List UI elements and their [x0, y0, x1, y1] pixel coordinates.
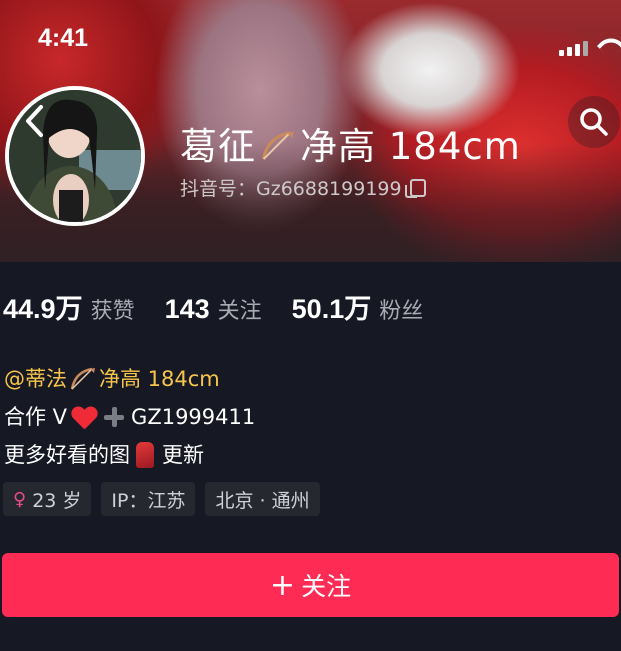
bow-arrow-icon: [70, 367, 95, 390]
stat-followers[interactable]: 50.1万 粉丝: [292, 287, 424, 326]
stat-following[interactable]: 143 关注: [165, 293, 262, 325]
bio-mention[interactable]: @蒂法 净高 184cm: [4, 360, 255, 398]
status-icons: [559, 30, 621, 61]
signal-icon: [559, 50, 564, 56]
bio-line2-suffix: GZ1999411: [131, 405, 256, 429]
bio-line3-prefix: 更多好看的图: [4, 443, 130, 467]
chevron-left-icon: [26, 105, 43, 137]
bio-line2-prefix: 合作 V: [4, 405, 68, 429]
stat-value: 50.1万: [291, 294, 372, 324]
stat-label: 获赞: [90, 299, 135, 324]
bio-line3-suffix: 更新: [162, 443, 204, 467]
douyin-id[interactable]: 抖音号：Gz6688199199: [180, 174, 426, 201]
scarf-icon: [136, 442, 154, 468]
wifi-icon: [596, 31, 621, 61]
profile-bio: @蒂法 净高 184cm 合作 V GZ1999411 更多好看的图 更新: [4, 360, 255, 474]
search-button[interactable]: [568, 96, 620, 148]
tag-age: ♀ 23 岁: [3, 482, 92, 516]
follow-button[interactable]: + 关注: [2, 553, 619, 617]
stat-label: 粉丝: [379, 299, 424, 324]
follow-button-label: 关注: [301, 572, 352, 601]
bio-line-contact: 合作 V GZ1999411: [4, 398, 255, 436]
tag-ip: IP：江苏: [101, 482, 196, 516]
profile-stats: 44.9万 获赞 143 关注 50.1万 粉丝: [3, 287, 453, 326]
bow-arrow-icon: [262, 131, 294, 160]
bio-mention-suffix: 净高 184cm: [99, 367, 220, 391]
tag-location-label: 北京 · 通州: [215, 489, 310, 512]
search-icon: [580, 108, 608, 136]
display-name: 葛征 净高 184cm: [180, 116, 521, 170]
plus-icon: [103, 406, 125, 428]
stat-value: 143: [164, 294, 210, 324]
tag-location[interactable]: 北京 · 通州: [205, 482, 320, 516]
heart-icon: [71, 405, 97, 429]
bio-line-updates: 更多好看的图 更新: [4, 436, 255, 474]
display-name-suffix: 净高 184cm: [300, 125, 521, 168]
back-button[interactable]: [12, 96, 56, 146]
tag-age-label: 23 岁: [32, 489, 82, 512]
stat-label: 关注: [217, 299, 262, 324]
female-icon: ♀: [13, 488, 27, 510]
plus-icon: +: [269, 567, 296, 603]
copy-icon[interactable]: [404, 178, 426, 198]
stat-value: 44.9万: [3, 294, 83, 324]
tag-ip-label: IP：江苏: [111, 489, 186, 512]
status-time: 4:41: [38, 24, 89, 52]
douyin-id-text: 抖音号：Gz6688199199: [180, 178, 402, 200]
display-name-prefix: 葛征: [180, 125, 256, 168]
bio-mention-prefix: @蒂法: [4, 367, 67, 391]
profile-tags: ♀ 23 岁 IP：江苏 北京 · 通州: [3, 482, 320, 516]
stat-likes[interactable]: 44.9万 获赞: [3, 287, 135, 326]
